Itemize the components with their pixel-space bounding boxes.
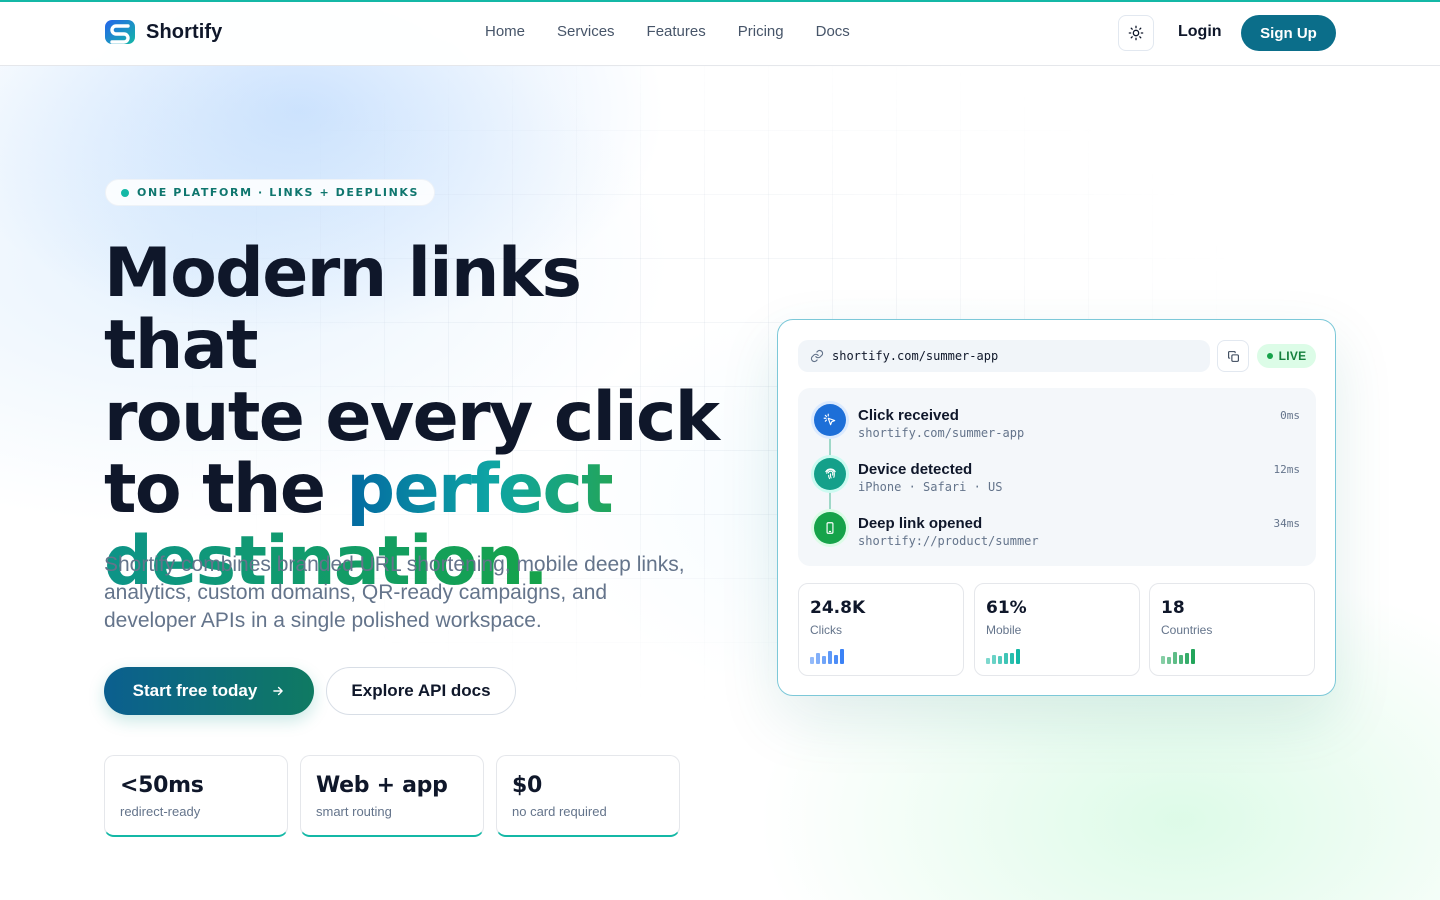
sparkline-bar	[1167, 657, 1171, 664]
sparkline-bar	[822, 656, 826, 664]
sparkline	[1161, 648, 1195, 664]
nav-link-features[interactable]: Features	[647, 23, 706, 40]
top-accent-line	[0, 0, 1440, 2]
start-free-label: Start free today	[132, 681, 258, 700]
sparkline-bar	[1179, 655, 1183, 664]
redirect-timeline: Click received shortify.com/summer-app 0…	[798, 388, 1316, 566]
sparkline-bar	[992, 655, 996, 664]
sparkline-bar	[816, 653, 820, 664]
brand[interactable]: Shortify	[104, 18, 222, 46]
event-time: 12ms	[1273, 463, 1301, 476]
hero-title-line-2: route every click	[104, 378, 720, 457]
start-free-button[interactable]: Start free today	[104, 667, 314, 715]
live-status-badge: LIVE	[1257, 344, 1316, 368]
event-time: 34ms	[1273, 517, 1301, 530]
live-label: LIVE	[1278, 349, 1307, 363]
short-url-text: shortify.com/summer-app	[832, 349, 999, 363]
nav-link-home[interactable]: Home	[485, 23, 525, 40]
metric-label: Countries	[1161, 623, 1213, 637]
event-detail: shortify.com/summer-app	[858, 426, 1025, 440]
sparkline-bar	[834, 655, 838, 664]
event-title: Deep link opened	[858, 515, 983, 532]
login-link[interactable]: Login	[1178, 23, 1222, 41]
shortify-logo-icon	[105, 20, 135, 44]
hero-title-accent-perfect: perfect	[346, 450, 613, 529]
badge-text: ONE PLATFORM · LINKS + DEEPLINKS	[137, 186, 420, 199]
hero-subtitle: Shortify combines branded URL shortening…	[104, 553, 685, 632]
nav-links: Home Services Features Pricing Docs	[485, 23, 850, 40]
live-dot	[1266, 353, 1273, 359]
cursor-click-icon	[814, 404, 846, 436]
timeline-event-deeplink: Deep link opened shortify://product/summ…	[814, 512, 1300, 552]
nav-link-pricing[interactable]: Pricing	[738, 23, 784, 40]
sparkline	[986, 648, 1020, 664]
stat-value: Web + app	[316, 773, 448, 798]
smartphone-icon	[814, 512, 846, 544]
fingerprint-icon	[814, 458, 846, 490]
hero-badge: ONE PLATFORM · LINKS + DEEPLINKS	[105, 179, 436, 206]
theme-toggle-button[interactable]	[1118, 15, 1154, 51]
stat-card-price: $0 no card required	[496, 755, 680, 837]
stat-label: smart routing	[316, 804, 392, 819]
arrow-right-icon	[273, 686, 284, 696]
stat-card-routing: Web + app smart routing	[300, 755, 484, 837]
sparkline-bar	[1004, 653, 1008, 664]
event-title: Click received	[858, 407, 959, 424]
event-detail: shortify://product/summer	[858, 534, 1039, 548]
metric-value: 18	[1161, 598, 1185, 618]
metric-card-countries: 18 Countries	[1149, 583, 1315, 676]
copy-icon	[1227, 350, 1239, 362]
sparkline-bar	[986, 658, 990, 664]
sparkline-bar	[828, 651, 832, 664]
hero-title-line-1: Modern links that	[104, 234, 582, 385]
sparkline-bar	[810, 657, 814, 664]
short-url-bar[interactable]: shortify.com/summer-app	[798, 340, 1210, 372]
metric-value: 24.8K	[810, 598, 866, 618]
event-time: 0ms	[1280, 409, 1300, 422]
metric-value: 61%	[986, 598, 1027, 618]
stat-value: <50ms	[120, 773, 204, 798]
sparkline-bar	[840, 649, 844, 664]
metric-card-clicks: 24.8K Clicks	[798, 583, 964, 676]
hero-title-line-3: to the	[104, 450, 347, 529]
metric-label: Clicks	[810, 623, 842, 637]
sparkline-bar	[1185, 653, 1189, 664]
event-detail: iPhone · Safari · US	[858, 480, 1003, 494]
sparkline-bar	[1191, 649, 1195, 664]
event-title: Device detected	[858, 461, 973, 478]
metric-card-mobile: 61% Mobile	[974, 583, 1140, 676]
timeline-event-device: Device detected iPhone · Safari · US 12m…	[814, 458, 1300, 498]
sparkline	[810, 648, 844, 664]
signup-button[interactable]: Sign Up	[1241, 15, 1336, 51]
sparkline-bar	[998, 656, 1002, 664]
hero-title: Modern links that route every click to t…	[104, 238, 744, 598]
nav-link-docs[interactable]: Docs	[816, 23, 850, 40]
link-demo-card: shortify.com/summer-app LIVE Click recei…	[777, 319, 1336, 696]
stat-label: no card required	[512, 804, 607, 819]
link-icon	[810, 349, 824, 363]
nav-link-services[interactable]: Services	[557, 23, 615, 40]
stat-value: $0	[512, 773, 543, 798]
metric-label: Mobile	[986, 623, 1022, 637]
timeline-event-click: Click received shortify.com/summer-app 0…	[814, 404, 1300, 444]
navbar: Shortify Home Services Features Pricing …	[0, 0, 1440, 66]
sparkline-bar	[1010, 653, 1014, 664]
sparkline-bar	[1016, 649, 1020, 664]
sparkline-bar	[1173, 652, 1177, 664]
copy-url-button[interactable]	[1217, 340, 1249, 372]
brand-name: Shortify	[146, 20, 223, 43]
sun-icon	[1128, 25, 1144, 41]
stat-card-latency: <50ms redirect-ready	[104, 755, 288, 837]
stat-label: redirect-ready	[120, 804, 201, 819]
sparkline-bar	[1161, 656, 1165, 664]
badge-dot	[121, 188, 129, 197]
explore-api-docs-button[interactable]: Explore API docs	[326, 667, 516, 715]
